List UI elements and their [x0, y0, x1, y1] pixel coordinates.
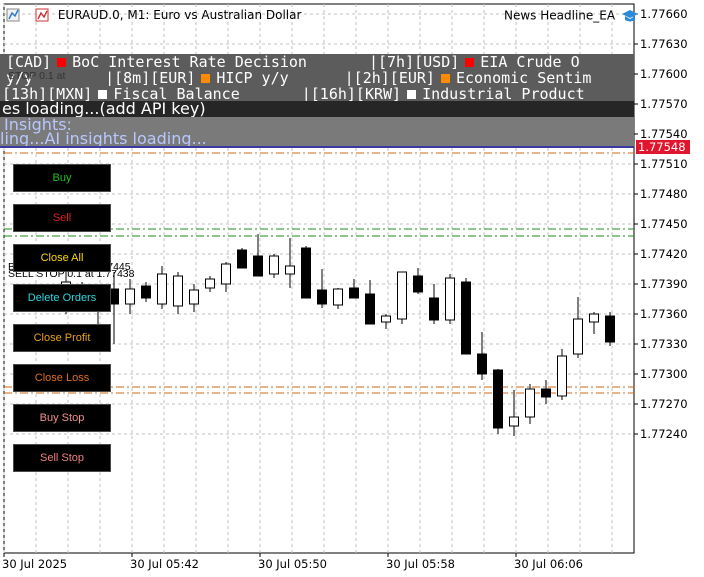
price-tick-label: 1.77510 — [640, 157, 688, 171]
price-tick-label: 1.77360 — [640, 307, 688, 321]
ea-badge[interactable]: News Headline_EA — [504, 8, 639, 24]
time-tick-label: 30 Jul 05:58 — [386, 557, 455, 571]
candle-body — [381, 315, 391, 323]
impact-high-icon — [57, 57, 67, 67]
impact-low-icon — [98, 89, 108, 99]
time-tick-label: 30 Jul 05:50 — [258, 557, 327, 571]
candle-body — [301, 247, 311, 299]
experts-icon — [35, 8, 49, 22]
candle-body — [413, 275, 423, 293]
impact-medium-icon — [440, 73, 450, 83]
candle-body — [493, 369, 503, 429]
candle-body — [509, 416, 519, 427]
time-tick-label: 30 Jul 05:42 — [130, 557, 199, 571]
price-tick-label: 1.77300 — [640, 367, 688, 381]
price-tick-label: 1.77630 — [640, 37, 688, 51]
news-ticker-row-3: [13h][MXN] Fiscal Balance |[16h][KRW] Indus… — [0, 86, 634, 102]
chart-header: EURAUD.0, M1: Euro vs Australian Dollar — [6, 7, 301, 23]
candle-body — [125, 288, 135, 305]
close-loss-button[interactable]: Close Loss — [13, 364, 111, 392]
symbol-title: EURAUD.0, M1: Euro vs Australian Dollar — [57, 8, 302, 22]
candle-body — [269, 255, 279, 275]
price-tick-label: 1.77570 — [640, 97, 688, 111]
ai-insights-panel: Insights: ling...AI insights loading... — [0, 117, 634, 148]
impact-low-icon — [407, 89, 417, 99]
price-tick-label: 1.77600 — [640, 67, 688, 81]
time-tick-label: 30 Jul 06:06 — [514, 557, 583, 571]
news-ticker-row-2: y/y |[8m][EUR] HICP y/y |[2h][EUR] Economic … — [0, 70, 634, 86]
impact-medium-icon — [201, 73, 211, 83]
ticker-prefix: |[7h][USD] — [368, 54, 460, 70]
delete-orders-button[interactable]: Delete Orders — [13, 284, 111, 312]
price-tick-label: 1.77240 — [640, 427, 688, 441]
candle-body — [365, 293, 375, 325]
ticker-event: EIA Crude O — [480, 54, 580, 70]
candle-body — [461, 281, 471, 355]
candle-body — [173, 275, 183, 307]
price-tick-label: 1.77420 — [640, 247, 688, 261]
candle-body — [525, 388, 535, 418]
news-ticker-row-1: [CAD] BoC Interest Rate Decision |[7h][USD… — [0, 54, 634, 70]
candle-body — [605, 315, 615, 343]
candle-body — [221, 263, 231, 285]
price-tick-label: 1.77540 — [640, 127, 688, 141]
price-tick-label: 1.77270 — [640, 397, 688, 411]
candle-body — [349, 287, 359, 299]
candle-body — [477, 353, 487, 375]
ticker-event: Industrial Product — [422, 86, 585, 102]
buy-button[interactable]: Buy — [13, 164, 111, 192]
price-tick-label: 1.77330 — [640, 337, 688, 351]
candle-body — [573, 318, 583, 355]
close-profit-button[interactable]: Close Profit — [13, 324, 111, 352]
buy-stop-button[interactable]: Buy Stop — [13, 404, 111, 432]
api-status-bar: es loading...(add API key) — [0, 101, 634, 117]
impact-high-icon — [465, 57, 475, 67]
ticker-event: HICP y/y — [216, 70, 289, 86]
time-tick-label: 30 Jul 2025 — [2, 557, 68, 571]
current-price-label: 1.77548 — [636, 140, 690, 154]
candle-body — [445, 277, 455, 321]
candle-body — [157, 273, 167, 305]
candle-body — [557, 355, 567, 397]
close-all-button[interactable]: Close All — [13, 244, 111, 272]
candle-body — [541, 388, 551, 398]
ticker-event: Fiscal Balance — [113, 86, 240, 102]
sell-button[interactable]: Sell — [13, 204, 111, 232]
candle-body — [429, 297, 439, 321]
ticker-prefix: [13h][MXN] — [2, 86, 93, 102]
candle-body — [253, 255, 263, 277]
sell-stop-button[interactable]: Sell Stop — [13, 444, 111, 472]
candle-body — [589, 313, 599, 323]
ticker-prefix: |[16h][KRW] — [301, 86, 402, 102]
ticker-event: BoC Interest Rate Decision — [72, 54, 307, 70]
candle-body — [189, 289, 199, 305]
ea-name: News Headline_EA — [504, 8, 616, 23]
api-status-text: es loading...(add API key) — [2, 101, 206, 117]
ai-insights-status: ling...AI insights loading... — [0, 129, 207, 148]
candle-body — [333, 288, 343, 306]
price-tick-label: 1.77480 — [640, 187, 688, 201]
ticker-prefix: |[8m][EUR] — [105, 70, 196, 86]
candle-body — [205, 278, 215, 289]
strategy-icon — [6, 8, 20, 22]
candle-body — [397, 271, 407, 320]
ticker-event: Economic Sentim — [455, 70, 592, 86]
candle-body — [317, 289, 327, 305]
ticker-prefix: |[2h][EUR] — [344, 70, 435, 86]
order-label-hidden: STOP 0.1 at — [8, 70, 66, 82]
candle-body — [285, 265, 295, 275]
price-tick-label: 1.77450 — [640, 217, 688, 231]
toolbar-icons — [6, 8, 49, 22]
price-tick-label: 1.77660 — [640, 7, 688, 21]
candle-body — [237, 249, 247, 269]
price-tick-label: 1.77390 — [640, 277, 688, 291]
ticker-prefix: [CAD] — [6, 54, 52, 70]
candle-body — [141, 285, 151, 299]
graduation-cap-icon — [621, 10, 638, 22]
